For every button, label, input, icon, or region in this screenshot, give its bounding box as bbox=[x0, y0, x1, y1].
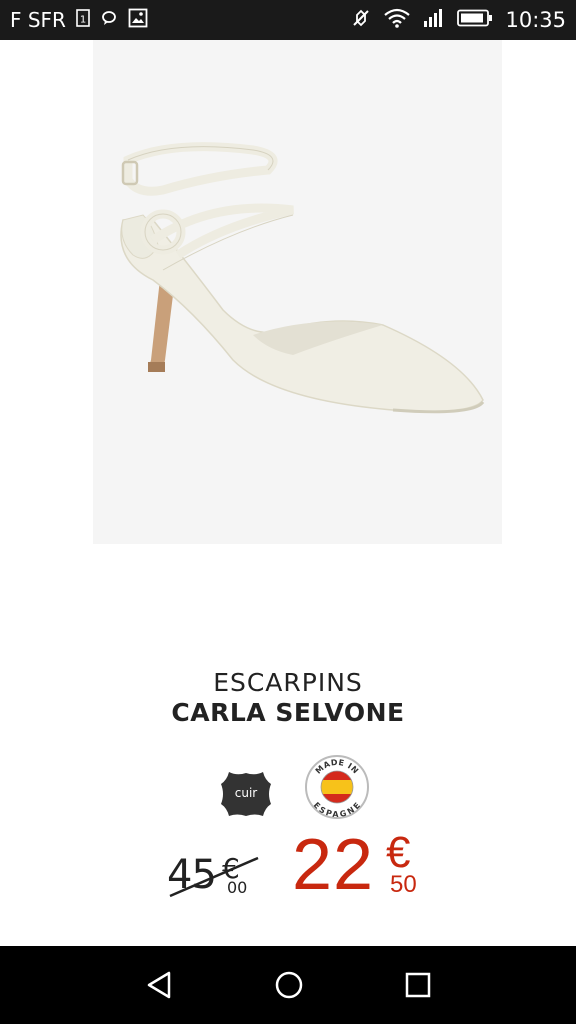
carrier-name: F SFR bbox=[10, 8, 66, 32]
made-in-spain-badge: MADE IN ESPAGNE bbox=[303, 754, 371, 820]
status-right: 10:35 bbox=[351, 0, 566, 40]
recent-apps-icon bbox=[405, 972, 431, 998]
sale-price-integer: 22 bbox=[292, 825, 375, 905]
chat-icon bbox=[100, 9, 118, 32]
product-image[interactable] bbox=[93, 40, 502, 544]
back-button[interactable] bbox=[130, 963, 190, 1007]
sale-price-decimals: 50 bbox=[390, 871, 417, 898]
shoe-illustration bbox=[120, 142, 485, 414]
spain-flag-icon: MADE IN ESPAGNE bbox=[305, 755, 369, 819]
home-icon bbox=[275, 971, 303, 999]
back-icon bbox=[147, 971, 171, 999]
battery-icon bbox=[457, 9, 493, 32]
product-category: ESCARPINS bbox=[213, 668, 363, 697]
product-name: CARLA SELVONE bbox=[171, 698, 405, 727]
price-strikethrough bbox=[169, 856, 259, 898]
mute-icon bbox=[351, 8, 371, 33]
home-button[interactable] bbox=[259, 963, 319, 1007]
navigation-bar bbox=[0, 946, 576, 1024]
sim-icon: 1 bbox=[76, 8, 90, 32]
signal-icon bbox=[423, 8, 445, 33]
status-left: F SFR 1 bbox=[10, 0, 148, 40]
recent-apps-button[interactable] bbox=[388, 963, 448, 1007]
leather-badge: cuir bbox=[219, 768, 273, 820]
clock: 10:35 bbox=[505, 8, 566, 32]
status-bar: F SFR 1 10:35 bbox=[0, 0, 576, 40]
wifi-icon bbox=[383, 8, 411, 33]
image-icon bbox=[128, 8, 148, 33]
leather-label: cuir bbox=[234, 786, 258, 800]
sim-slot-label: 1 bbox=[80, 14, 86, 25]
